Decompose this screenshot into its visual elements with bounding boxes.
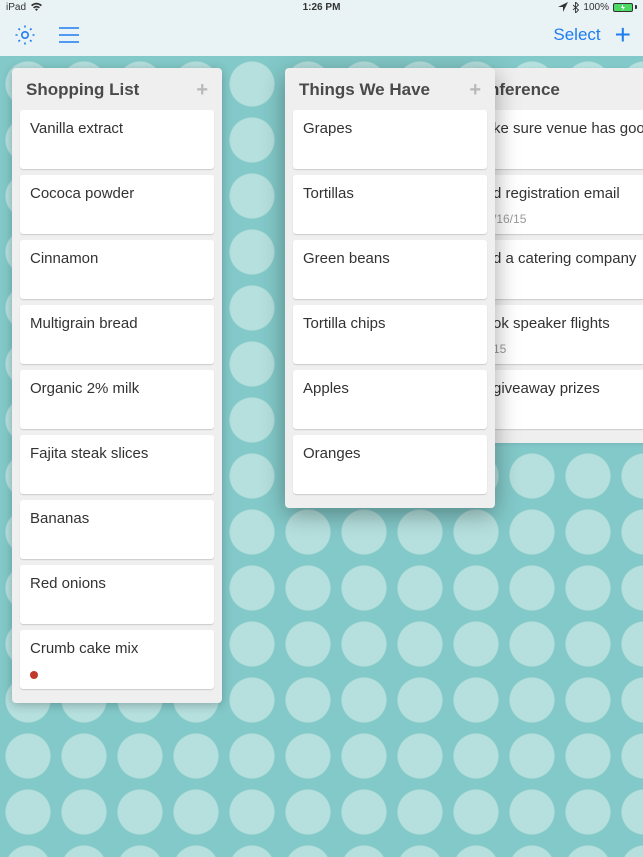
card[interactable]: d registration email/16/15 — [483, 175, 643, 234]
battery-pct: 100% — [583, 2, 609, 13]
settings-button[interactable] — [12, 22, 38, 48]
wifi-icon — [30, 2, 43, 12]
card[interactable]: Multigrain bread — [20, 305, 214, 364]
device-label: iPad — [6, 2, 26, 13]
list-conference[interactable]: nference ke sure venue has good i d regi… — [475, 68, 643, 443]
card[interactable]: Green beans — [293, 240, 487, 299]
card[interactable]: giveaway prizes — [483, 370, 643, 429]
clock: 1:26 PM — [303, 2, 341, 13]
card[interactable]: Bananas — [20, 500, 214, 559]
card[interactable]: Red onions — [20, 565, 214, 624]
card[interactable]: ke sure venue has good i — [483, 110, 643, 169]
list-have[interactable]: Things We Have + Grapes Tortillas Green … — [285, 68, 495, 508]
toolbar: Select + — [0, 14, 643, 56]
add-button[interactable]: + — [615, 25, 631, 45]
card[interactable]: Organic 2% milk — [20, 370, 214, 429]
boards-area: nference ke sure venue has good i d regi… — [0, 56, 643, 857]
label-dot — [30, 671, 38, 679]
card[interactable]: Fajita steak slices — [20, 435, 214, 494]
bluetooth-icon — [572, 2, 579, 13]
select-button[interactable]: Select — [553, 25, 600, 45]
list-title: nference — [489, 80, 560, 100]
card[interactable]: Apples — [293, 370, 487, 429]
card[interactable]: ok speaker flights15 — [483, 305, 643, 364]
location-icon — [558, 2, 568, 12]
gear-icon — [13, 23, 37, 47]
card[interactable]: Crumb cake mix — [20, 630, 214, 689]
status-bar: iPad 1:26 PM 100% — [0, 0, 643, 14]
card[interactable]: d a catering company — [483, 240, 643, 299]
menu-icon — [58, 26, 80, 44]
menu-button[interactable] — [56, 22, 82, 48]
card[interactable]: Cococa powder — [20, 175, 214, 234]
add-card-button[interactable]: + — [469, 83, 481, 97]
card[interactable]: Vanilla extract — [20, 110, 214, 169]
list-title: Things We Have — [299, 80, 430, 100]
card[interactable]: Oranges — [293, 435, 487, 494]
battery-icon — [613, 3, 637, 12]
add-card-button[interactable]: + — [196, 83, 208, 97]
card[interactable]: Tortillas — [293, 175, 487, 234]
list-title: Shopping List — [26, 80, 139, 100]
card[interactable]: Cinnamon — [20, 240, 214, 299]
card[interactable]: Tortilla chips — [293, 305, 487, 364]
list-shopping[interactable]: Shopping List + Vanilla extract Cococa p… — [12, 68, 222, 703]
card[interactable]: Grapes — [293, 110, 487, 169]
